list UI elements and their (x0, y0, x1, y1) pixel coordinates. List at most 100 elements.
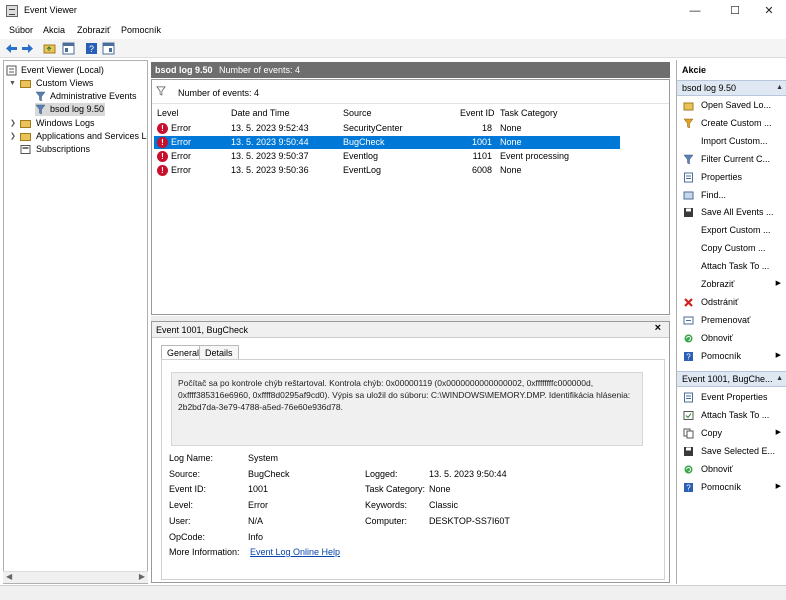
action-properties[interactable]: Properties (677, 169, 786, 185)
action-import-custom-view[interactable]: Import Custom... (677, 133, 786, 149)
table-row[interactable]: ! Error 13. 5. 2023 9:50:36 EventLog 6008 Non… (154, 164, 620, 177)
find-icon (683, 191, 694, 199)
tree-item-bsod-log[interactable]: bsod log 9.50 (35, 103, 105, 116)
chevron-down-icon[interactable]: ▼ (9, 77, 16, 90)
tree-item-custom-views[interactable]: ▼ Custom Views (6, 77, 146, 90)
action-find[interactable]: Find... (677, 187, 786, 203)
close-button[interactable]: ✕ (750, 0, 786, 22)
action-attach-task[interactable]: Attach Task To ... (677, 258, 786, 274)
column-header-task-category[interactable]: Task Category (500, 108, 558, 118)
logged-label: Logged: (365, 469, 398, 479)
log-title: bsod log 9.50 (155, 65, 213, 75)
log-name-value: System (248, 453, 279, 463)
keywords-value: Classic (429, 500, 459, 510)
forward-arrow-icon[interactable] (21, 42, 34, 55)
properties-icon (684, 392, 693, 403)
action-label: Copy Custom ... (701, 243, 766, 254)
help-icon[interactable]: ? (85, 42, 98, 55)
action-save-all-events[interactable]: Save All Events ... (677, 204, 786, 220)
level-cell: Error (171, 151, 191, 161)
help-icon: ? (684, 482, 693, 492)
collapse-arrow-icon[interactable]: ▲ (776, 81, 783, 95)
filtered-event-count: Number of events: 4 (178, 88, 260, 98)
tab-details[interactable]: Details (199, 345, 239, 360)
action-save-selected-events[interactable]: Save Selected E... (677, 443, 786, 459)
action-event-properties[interactable]: Event Properties (677, 389, 786, 405)
action-help[interactable]: ? Pomocník ▶ (677, 479, 786, 495)
tree-item-administrative-events[interactable]: Administrative Events (6, 90, 146, 103)
action-label: Save All Events ... (701, 207, 774, 218)
event-detail-panel: Event 1001, BugCheck × General Details P… (151, 321, 670, 583)
action-rename[interactable]: Premenovať (677, 312, 786, 328)
chevron-right-icon[interactable]: ❯ (10, 117, 16, 130)
task-category-cell: None (500, 165, 522, 175)
refresh-icon (684, 334, 693, 343)
collapse-arrow-icon[interactable]: ▲ (776, 372, 783, 386)
action-refresh[interactable]: Obnoviť (677, 330, 786, 346)
filter-icon (156, 86, 166, 96)
action-label: Properties (701, 171, 743, 182)
action-label: Zobraziť (701, 279, 735, 289)
minimize-button[interactable]: — (676, 0, 714, 22)
event-viewer-icon (6, 65, 17, 76)
show-hide-tree-icon[interactable] (62, 42, 75, 55)
action-label: Create Custom ... (701, 117, 772, 128)
back-arrow-icon[interactable] (5, 42, 18, 55)
task-category-value: None (429, 484, 451, 494)
action-export-custom-view[interactable]: Export Custom ... (677, 222, 786, 238)
close-detail-icon[interactable]: × (655, 322, 661, 334)
menu-file[interactable]: Súbor (9, 25, 33, 35)
tree-item-apps-services[interactable]: ❯ Applications and Services Lo (6, 130, 148, 143)
column-header-level[interactable]: Level (157, 108, 179, 118)
maximize-button[interactable]: ☐ (716, 0, 754, 22)
scroll-right-icon[interactable]: ▶ (139, 572, 145, 581)
menu-action[interactable]: Akcia (43, 25, 65, 35)
menu-view[interactable]: Zobraziť (77, 25, 110, 35)
column-header-event-id[interactable]: Event ID (460, 108, 495, 118)
action-refresh[interactable]: Obnoviť (677, 461, 786, 477)
tree-item-windows-logs[interactable]: ❯ Windows Logs (6, 117, 146, 130)
scroll-left-icon[interactable]: ◀ (6, 572, 12, 581)
tree-label: Applications and Services Lo (36, 131, 148, 141)
action-delete[interactable]: Odstrániť (677, 294, 786, 310)
properties-icon (684, 172, 693, 183)
action-view[interactable]: Zobraziť ▶ (677, 276, 786, 292)
action-label: Event Properties (701, 392, 768, 402)
actions-pane: Akcie bsod log 9.50 ▲ Open Saved Lo... Cr… (676, 60, 786, 584)
source-label: Source: (169, 469, 201, 479)
table-row[interactable]: ! Error 13. 5. 2023 9:50:37 Eventlog 1101 Eve… (154, 150, 620, 163)
action-open-saved-log[interactable]: Open Saved Lo... (677, 97, 786, 113)
tree-label: Windows Logs (36, 118, 95, 128)
action-help[interactable]: ? Pomocník ▶ (677, 348, 786, 364)
tree-item-subscriptions[interactable]: Subscriptions (6, 143, 146, 156)
action-copy[interactable]: Copy ▶ (677, 425, 786, 441)
event-description[interactable]: Počítač sa po kontrole chýb reštartoval.… (171, 372, 643, 446)
table-row[interactable]: ! Error 13. 5. 2023 9:50:44 BugCheck 1001 Non… (154, 136, 620, 149)
general-tab-content: Počítač sa po kontrole chýb reštartoval.… (161, 359, 665, 580)
chevron-right-icon[interactable]: ❯ (10, 130, 16, 143)
column-header-source[interactable]: Source (343, 108, 372, 118)
folder-up-icon[interactable] (43, 42, 56, 55)
tree-label: Custom Views (36, 78, 94, 88)
action-create-custom-view[interactable]: Create Custom ... (677, 115, 786, 131)
show-action-pane-icon[interactable] (102, 42, 115, 55)
action-label: Pomocník (701, 350, 742, 361)
error-icon: ! (157, 165, 168, 176)
action-label: Obnoviť (701, 463, 733, 474)
action-label: Export Custom ... (701, 225, 771, 236)
tree-horizontal-scrollbar[interactable]: ◀ ▶ (3, 571, 148, 583)
date-cell: 13. 5. 2023 9:50:37 (231, 151, 309, 161)
folder-icon (20, 80, 31, 88)
actions-section-event[interactable]: Event 1001, BugChe... ▲ (677, 371, 786, 387)
actions-section-bsod-log[interactable]: bsod log 9.50 ▲ (677, 80, 786, 96)
column-header-date[interactable]: Date and Time (231, 108, 290, 118)
action-filter-current-custom-view[interactable]: Filter Current C... (677, 151, 786, 167)
date-cell: 13. 5. 2023 9:50:44 (231, 137, 309, 147)
action-attach-task-to-event[interactable]: Attach Task To ... (677, 407, 786, 423)
opcode-label: OpCode: (169, 532, 206, 542)
menu-help[interactable]: Pomocník (121, 25, 161, 35)
event-log-online-help-link[interactable]: Event Log Online Help (250, 547, 340, 557)
action-copy-custom-view[interactable]: Copy Custom ... (677, 240, 786, 256)
table-row[interactable]: ! Error 13. 5. 2023 9:52:43 SecurityCenter 1… (154, 122, 620, 135)
event-viewer-app-icon (6, 5, 18, 17)
